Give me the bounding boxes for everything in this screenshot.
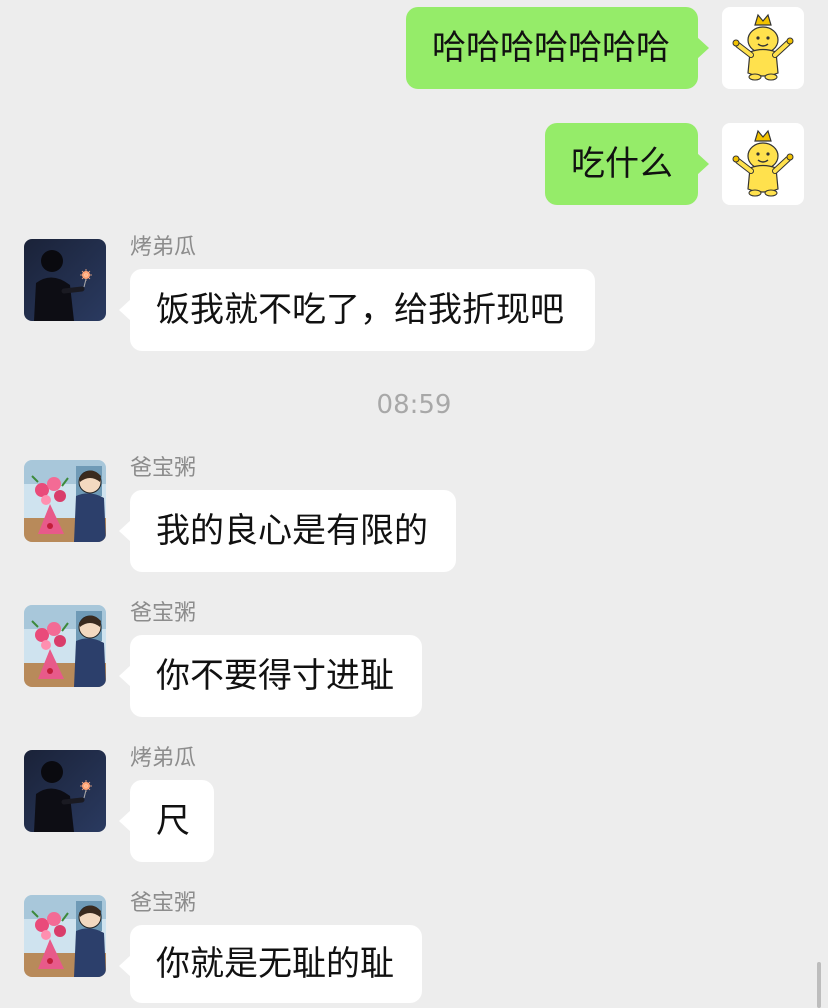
message-bubble-incoming[interactable]: 我的良心是有限的 bbox=[119, 490, 456, 572]
message-bubble-outgoing[interactable]: 哈哈哈哈哈哈哈 bbox=[406, 7, 709, 89]
person-sparkler-icon bbox=[24, 750, 106, 832]
message-bubble-incoming[interactable]: 饭我就不吃了，给我折现吧 bbox=[119, 269, 595, 351]
sender-name: 爸宝粥 bbox=[130, 456, 197, 481]
self-avatar[interactable] bbox=[722, 123, 804, 205]
message-bubble-outgoing[interactable]: 吃什么 bbox=[545, 123, 709, 205]
sender-name: 烤弟瓜 bbox=[130, 746, 197, 771]
scrollbar[interactable] bbox=[817, 962, 821, 1008]
sender-avatar-kaodigua[interactable] bbox=[24, 750, 106, 832]
chat-area[interactable]: 哈哈哈哈哈哈哈 吃什么 烤弟瓜 饭我就不吃了，给我折现吧 08:59 爸宝粥 我… bbox=[0, 0, 828, 1008]
message-bubble-incoming[interactable]: 尺 bbox=[119, 780, 214, 862]
message-bubble-incoming[interactable]: 你不要得寸进耻 bbox=[119, 635, 422, 717]
chat-timestamp: 08:59 bbox=[376, 390, 452, 420]
sender-name: 爸宝粥 bbox=[130, 601, 197, 626]
cartoon-flowers-icon bbox=[24, 460, 106, 542]
sender-avatar-babaozhou[interactable] bbox=[24, 460, 106, 542]
message-bubble-incoming[interactable]: 你就是无耻的耻 bbox=[119, 925, 422, 1003]
sender-avatar-kaodigua[interactable] bbox=[24, 239, 106, 321]
sender-avatar-babaozhou[interactable] bbox=[24, 605, 106, 687]
sender-name: 烤弟瓜 bbox=[130, 235, 197, 260]
sender-name: 爸宝粥 bbox=[130, 891, 197, 916]
self-avatar[interactable] bbox=[722, 7, 804, 89]
person-sparkler-icon bbox=[24, 239, 106, 321]
yellow-character-icon bbox=[722, 7, 804, 89]
cartoon-flowers-icon bbox=[24, 895, 106, 977]
cartoon-flowers-icon bbox=[24, 605, 106, 687]
yellow-character-icon bbox=[722, 123, 804, 205]
sender-avatar-babaozhou[interactable] bbox=[24, 895, 106, 977]
